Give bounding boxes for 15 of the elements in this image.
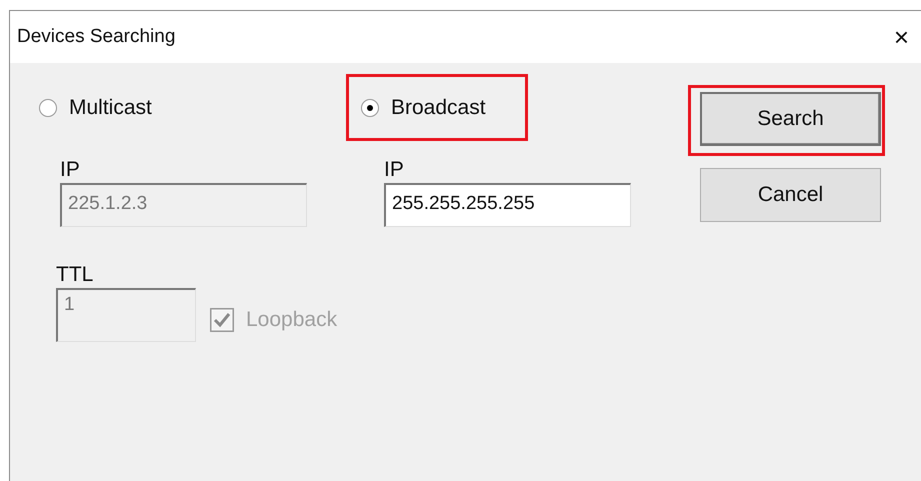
ip-field[interactable]: 225.1.2.3 — [60, 183, 307, 227]
radio-label[interactable]: Broadcast — [391, 96, 486, 120]
radio-button[interactable] — [361, 98, 379, 116]
dialog-button[interactable]: Cancel — [700, 168, 881, 222]
field-label: IP — [60, 158, 81, 182]
field-label: TTL — [56, 263, 94, 287]
window-title: Devices Searching — [17, 26, 176, 48]
ttl-field[interactable]: 1 — [56, 288, 196, 342]
ip-field[interactable]: 255.255.255.255 — [384, 183, 631, 227]
radio-button[interactable] — [39, 98, 57, 116]
field-label: IP — [384, 158, 405, 182]
close-button[interactable]: × — [894, 22, 909, 52]
checkbox[interactable] — [210, 308, 234, 332]
dialog-button[interactable]: Search — [700, 92, 881, 146]
radio-label[interactable]: Multicast — [69, 96, 152, 120]
